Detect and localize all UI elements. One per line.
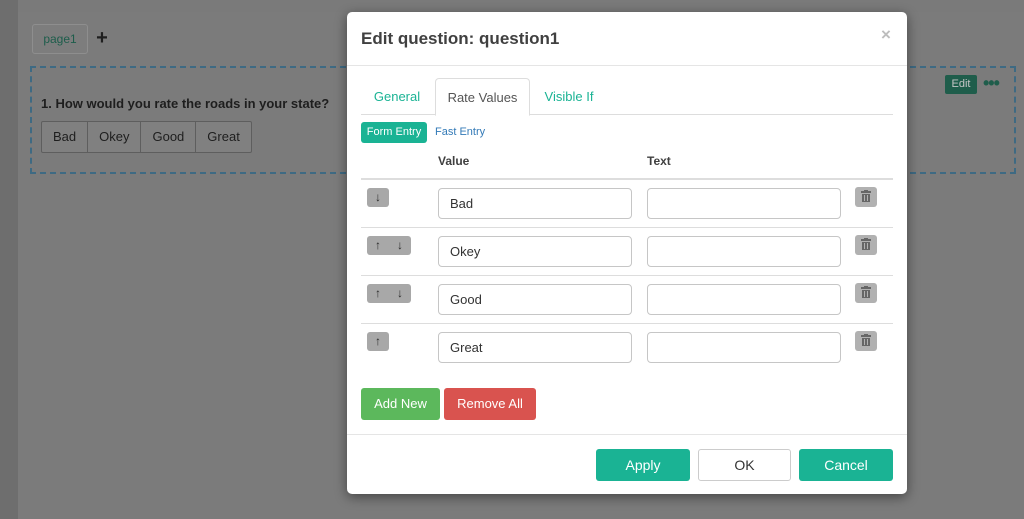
trash-icon[interactable] bbox=[855, 235, 877, 255]
fast-entry-link[interactable]: Fast Entry bbox=[435, 122, 485, 143]
property-tabs: General Rate Values Visible If bbox=[361, 78, 893, 116]
more-options-icon[interactable]: ••• bbox=[983, 74, 1003, 94]
value-input[interactable] bbox=[438, 284, 632, 315]
arrow-down-icon[interactable]: ↓ bbox=[389, 236, 411, 255]
remove-all-button[interactable]: Remove All bbox=[444, 388, 536, 420]
tab-visible-if[interactable]: Visible If bbox=[533, 78, 605, 116]
text-input[interactable] bbox=[647, 332, 841, 363]
rating-item[interactable]: Bad bbox=[41, 121, 89, 153]
page-tab-page1[interactable]: page1 bbox=[32, 24, 88, 54]
cancel-button[interactable]: Cancel bbox=[799, 449, 893, 481]
rating-group: Bad Okey Good Great bbox=[41, 121, 252, 153]
trash-icon[interactable] bbox=[855, 283, 877, 303]
edit-question-modal: Edit question: question1 × General Rate … bbox=[347, 12, 907, 494]
column-header-value: Value bbox=[438, 154, 470, 168]
rating-item[interactable]: Good bbox=[140, 121, 197, 153]
trash-icon[interactable] bbox=[855, 187, 877, 207]
table-row: ↑ bbox=[361, 324, 893, 372]
question-edit-button[interactable]: Edit bbox=[945, 75, 977, 94]
tab-rate-values[interactable]: Rate Values bbox=[435, 78, 530, 116]
close-icon[interactable]: × bbox=[878, 25, 894, 45]
modal-title: Edit question: question1 bbox=[361, 29, 560, 48]
table-row: ↓ bbox=[361, 180, 893, 228]
arrow-down-icon[interactable]: ↓ bbox=[389, 284, 411, 303]
text-input[interactable] bbox=[647, 284, 841, 315]
value-input[interactable] bbox=[438, 188, 632, 219]
rating-item[interactable]: Okey bbox=[87, 121, 142, 153]
reorder-controls: ↓ bbox=[367, 188, 389, 207]
form-entry-button[interactable]: Form Entry bbox=[361, 122, 427, 143]
value-input[interactable] bbox=[438, 236, 632, 267]
modal-footer-divider bbox=[347, 434, 907, 435]
text-input[interactable] bbox=[647, 188, 841, 219]
rating-item[interactable]: Great bbox=[195, 121, 252, 153]
tab-general[interactable]: General bbox=[361, 78, 433, 116]
table-row: ↑ ↓ bbox=[361, 228, 893, 276]
apply-button[interactable]: Apply bbox=[596, 449, 690, 481]
add-page-icon[interactable]: + bbox=[93, 27, 111, 49]
arrow-down-icon[interactable]: ↓ bbox=[367, 188, 389, 207]
column-header-text: Text bbox=[647, 154, 671, 168]
reorder-controls: ↑ ↓ bbox=[367, 284, 411, 303]
text-input[interactable] bbox=[647, 236, 841, 267]
left-gutter bbox=[0, 0, 18, 519]
arrow-up-icon[interactable]: ↑ bbox=[367, 284, 389, 303]
top-toolbar-strip bbox=[0, 0, 1024, 12]
trash-icon[interactable] bbox=[855, 331, 877, 351]
add-new-button[interactable]: Add New bbox=[361, 388, 440, 420]
reorder-controls: ↑ bbox=[367, 332, 389, 351]
arrow-up-icon[interactable]: ↑ bbox=[367, 236, 389, 255]
value-input[interactable] bbox=[438, 332, 632, 363]
ok-button[interactable]: OK bbox=[698, 449, 791, 481]
modal-header: Edit question: question1 × bbox=[347, 12, 907, 66]
question-title: 1. How would you rate the roads in your … bbox=[41, 96, 330, 111]
arrow-up-icon[interactable]: ↑ bbox=[367, 332, 389, 351]
reorder-controls: ↑ ↓ bbox=[367, 236, 411, 255]
table-row: ↑ ↓ bbox=[361, 276, 893, 324]
